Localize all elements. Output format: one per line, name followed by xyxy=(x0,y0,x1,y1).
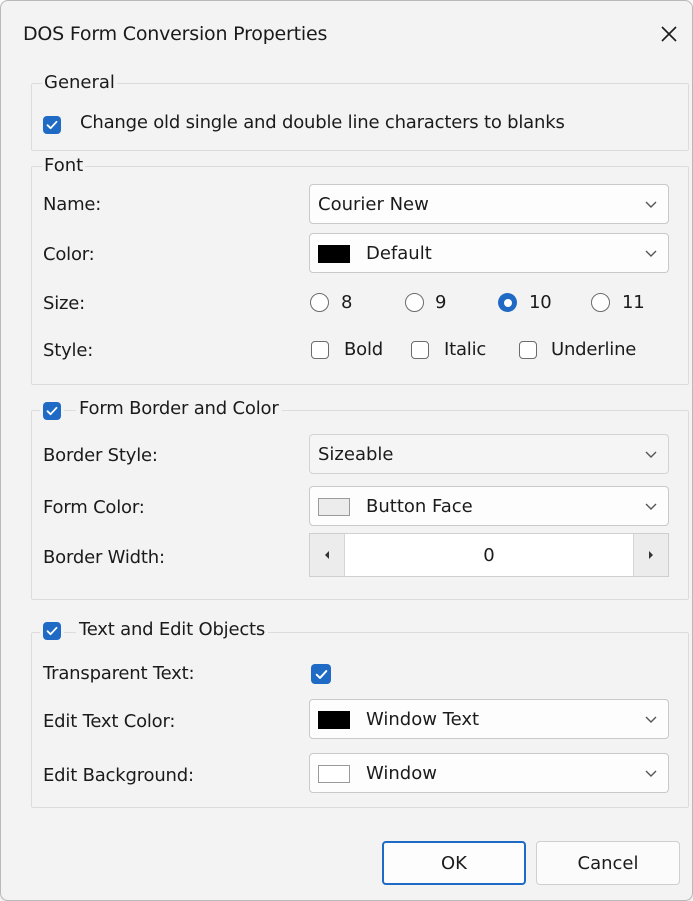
italic-label[interactable]: Italic xyxy=(444,339,486,360)
text-edit-legend[interactable]: Text and Edit Objects xyxy=(76,619,269,640)
edit-background-value: Window xyxy=(366,763,437,784)
checkmark-icon xyxy=(46,626,58,636)
dialog-title: DOS Form Conversion Properties xyxy=(23,23,328,45)
edit-background-swatch xyxy=(318,765,350,783)
edit-text-color-value: Window Text xyxy=(366,709,480,730)
size-8-radio[interactable] xyxy=(310,293,329,312)
text-edit-checkbox[interactable] xyxy=(43,622,61,640)
general-legend: General xyxy=(44,72,115,93)
font-name-label: Name: xyxy=(43,194,102,215)
size-8-label[interactable]: 8 xyxy=(341,292,352,313)
font-style-label: Style: xyxy=(43,340,94,361)
checkmark-icon xyxy=(315,669,327,679)
font-name-value: Courier New xyxy=(318,194,429,215)
border-style-value: Sizeable xyxy=(318,444,394,465)
font-name-dropdown[interactable]: Courier New xyxy=(309,184,669,224)
checkmark-icon xyxy=(46,406,58,416)
edit-background-label: Edit Background: xyxy=(43,765,194,786)
font-color-label: Color: xyxy=(43,244,95,265)
font-color-swatch xyxy=(318,245,350,263)
transparent-text-label: Transparent Text: xyxy=(43,663,195,684)
close-icon xyxy=(661,26,677,42)
dialog-window: DOS Form Conversion Properties General C… xyxy=(0,0,693,901)
size-11-label[interactable]: 11 xyxy=(622,292,645,313)
close-button[interactable] xyxy=(649,17,689,51)
title-bar: DOS Form Conversion Properties xyxy=(1,1,692,61)
form-color-label: Form Color: xyxy=(43,497,145,518)
edit-text-color-label: Edit Text Color: xyxy=(43,711,176,732)
chevron-down-icon xyxy=(645,451,657,458)
chevron-down-icon xyxy=(645,201,657,208)
font-size-label: Size: xyxy=(43,293,86,314)
form-color-swatch xyxy=(318,498,350,516)
scroll-right-button[interactable] xyxy=(633,534,668,576)
size-9-radio[interactable] xyxy=(405,293,424,312)
underline-label[interactable]: Underline xyxy=(551,339,636,360)
italic-checkbox[interactable] xyxy=(411,341,429,359)
scroll-left-button[interactable] xyxy=(310,534,345,576)
arrow-left-icon xyxy=(325,551,329,559)
change-lines-checkbox[interactable] xyxy=(43,116,61,134)
change-lines-label[interactable]: Change old single and double line charac… xyxy=(80,112,565,133)
chevron-down-icon xyxy=(645,503,657,510)
border-width-scroll[interactable]: 0 xyxy=(309,533,669,577)
font-color-value: Default xyxy=(366,243,432,264)
ok-button[interactable]: OK xyxy=(382,841,526,885)
cancel-button[interactable]: Cancel xyxy=(536,841,680,885)
font-legend: Font xyxy=(44,155,84,176)
transparent-text-checkbox[interactable] xyxy=(311,664,331,684)
edit-text-color-swatch xyxy=(318,711,350,729)
form-border-checkbox[interactable] xyxy=(43,402,61,420)
form-color-value: Button Face xyxy=(366,496,473,517)
bold-label[interactable]: Bold xyxy=(344,339,383,360)
font-color-dropdown[interactable]: Default xyxy=(309,233,669,273)
chevron-down-icon xyxy=(645,250,657,257)
form-border-legend[interactable]: Form Border and Color xyxy=(76,398,282,419)
chevron-down-icon xyxy=(645,716,657,723)
size-11-radio[interactable] xyxy=(591,293,610,312)
bold-checkbox[interactable] xyxy=(311,341,329,359)
border-style-label: Border Style: xyxy=(43,445,158,466)
arrow-right-icon xyxy=(649,551,653,559)
form-color-dropdown[interactable]: Button Face xyxy=(309,486,669,526)
border-width-label: Border Width: xyxy=(43,547,165,568)
border-style-dropdown[interactable]: Sizeable xyxy=(309,434,669,474)
checkmark-icon xyxy=(46,120,58,130)
size-10-label[interactable]: 10 xyxy=(529,292,552,313)
underline-checkbox[interactable] xyxy=(519,341,537,359)
border-width-value: 0 xyxy=(483,545,495,566)
chevron-down-icon xyxy=(645,770,657,777)
size-10-radio[interactable] xyxy=(498,293,517,312)
size-9-label[interactable]: 9 xyxy=(435,292,446,313)
edit-background-dropdown[interactable]: Window xyxy=(309,753,669,793)
edit-text-color-dropdown[interactable]: Window Text xyxy=(309,699,669,739)
